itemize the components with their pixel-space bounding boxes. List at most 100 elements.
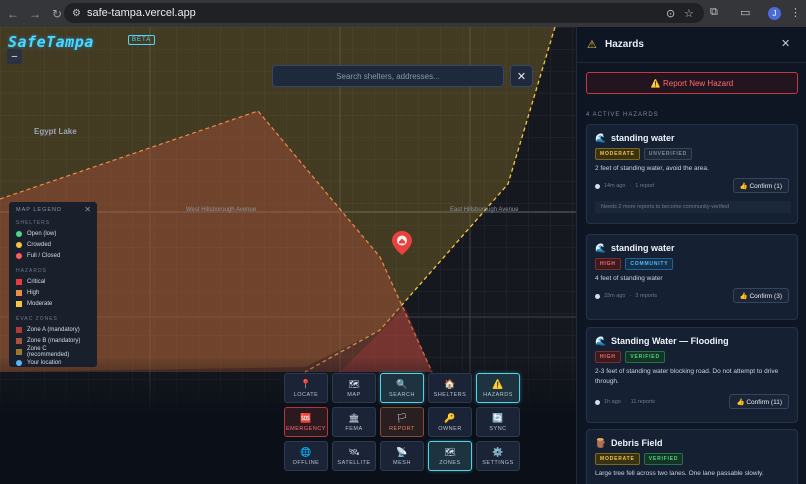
- close-icon[interactable]: ✕: [781, 37, 790, 50]
- map-button[interactable]: 🗺 MAP: [332, 373, 376, 403]
- zoom-out-button[interactable]: −: [7, 49, 22, 64]
- fema-button[interactable]: 🏛 FEMA: [332, 407, 376, 437]
- satellite-button[interactable]: 🛰 SATELLITE: [332, 441, 376, 471]
- hazard-meta: 33m ago · 3 reports: [595, 293, 657, 299]
- offline-label: OFFLINE: [292, 459, 320, 466]
- settings-label: SETTINGS: [482, 459, 514, 466]
- site-info-icon[interactable]: ⚙: [72, 8, 81, 19]
- satellite-icon: 🛰: [348, 446, 360, 457]
- hazard-card[interactable]: 🌊 standing water MODERATE UNVERIFIED 2 feet …: [586, 124, 798, 224]
- location-icon[interactable]: ⊙: [666, 7, 675, 20]
- legend-item: Zone A (mandatory): [16, 324, 90, 335]
- hazard-card[interactable]: 🌊 Standing Water — Flooding HIGH VERIFIED 2-…: [586, 327, 798, 423]
- tab-search-icon[interactable]: ▭: [740, 6, 750, 19]
- legend-item-label: Open (low): [27, 230, 57, 237]
- map-place-label: Egypt Lake: [34, 127, 77, 136]
- confirm-button[interactable]: 👍 Confirm (11): [729, 394, 789, 409]
- report-label: REPORT: [389, 425, 415, 432]
- confirm-button[interactable]: 👍 Confirm (3): [732, 288, 789, 303]
- extensions-icon[interactable]: ⧉: [710, 6, 718, 19]
- legend-item: Your location: [16, 357, 90, 368]
- hazards-icon: ⚠️: [492, 378, 504, 389]
- search-button[interactable]: 🔍 SEARCH: [380, 373, 424, 403]
- legend-swatch: [16, 337, 22, 344]
- legend-item: High: [16, 287, 90, 298]
- legend-item: Zone C (recommended): [16, 345, 90, 358]
- confirm-button[interactable]: 👍 Confirm (1): [732, 178, 789, 193]
- address-bar[interactable]: ⚙ safe-tampa.vercel.app ⊙ ☆: [64, 3, 704, 23]
- back-icon[interactable]: ←: [4, 5, 22, 23]
- report-button[interactable]: 🏳 REPORT: [380, 407, 424, 437]
- legend-item-label: Crowded: [27, 241, 52, 248]
- panel-header: ⚠ Hazards ✕: [577, 27, 806, 63]
- status-dot-icon: [595, 293, 600, 299]
- zones-label: ZONES: [439, 459, 461, 466]
- hazard-description: 2-3 feet of standing water blocking road…: [595, 368, 779, 385]
- fema-label: FEMA: [345, 425, 363, 432]
- sync-button[interactable]: 🔄 SYNC: [476, 407, 520, 437]
- owner-icon: 🔑: [444, 412, 456, 423]
- bookmark-star-icon[interactable]: ☆: [684, 7, 694, 20]
- legend-swatch: [16, 359, 22, 366]
- search-input[interactable]: [273, 66, 503, 87]
- map-marker-icon[interactable]: [392, 231, 412, 255]
- hazard-card[interactable]: 🌊 standing water HIGH COMMUNITY 4 feet of st…: [586, 234, 798, 320]
- legend-item: Full / Closed: [16, 250, 90, 261]
- forward-icon[interactable]: →: [26, 5, 44, 23]
- severity-badge: MODERATE: [595, 148, 640, 160]
- mesh-button[interactable]: 📡 MESH: [380, 441, 424, 471]
- map-street-label: West Hillsborough Avenue: [186, 207, 257, 213]
- settings-icon: ⚙️: [492, 446, 504, 457]
- legend-item-label: Full / Closed: [27, 252, 61, 259]
- locate-button[interactable]: 📍 LOCATE: [284, 373, 328, 403]
- profile-avatar[interactable]: J: [768, 7, 781, 20]
- hazards-button[interactable]: ⚠️ HAZARDS: [476, 373, 520, 403]
- shelters-button[interactable]: 🏠 SHELTERS: [428, 373, 472, 403]
- legend-close-icon[interactable]: ✕: [84, 205, 91, 214]
- map-view[interactable]: SafeTampa BETA − Egypt Lake West Hillsbo…: [0, 27, 576, 484]
- search-bar[interactable]: [272, 65, 504, 87]
- legend-swatch: [16, 289, 22, 296]
- legend-swatch: [16, 300, 22, 307]
- legend-item-label: Zone B (mandatory): [27, 337, 81, 344]
- panel-title: Hazards: [605, 39, 644, 50]
- hazard-age: 1h ago: [604, 399, 621, 405]
- meta-separator: ·: [629, 183, 632, 189]
- status-badge: COMMUNITY: [625, 258, 674, 270]
- hazard-type-icon: 🪵: [595, 438, 607, 448]
- legend-swatch: [16, 348, 22, 355]
- active-hazards-count: 4 ACTIVE HAZARDS: [586, 112, 659, 118]
- severity-badge: MODERATE: [595, 453, 640, 465]
- report-new-hazard-button[interactable]: ⚠️ Report New Hazard: [586, 72, 798, 94]
- meta-separator: ·: [624, 399, 627, 405]
- zones-button[interactable]: 🗺 ZONES: [428, 441, 472, 471]
- hazard-card[interactable]: 🪵 Debris Field MODERATE VERIFIED Large tree …: [586, 429, 798, 484]
- emergency-label: EMERGENCY: [286, 425, 326, 432]
- search-close-button[interactable]: ✕: [510, 65, 533, 87]
- hazard-report-count: 11 reports: [630, 399, 656, 405]
- settings-button[interactable]: ⚙️ SETTINGS: [476, 441, 520, 471]
- hazard-report-count: 1 report: [635, 183, 655, 189]
- map-street-label: East Hillsborough Avenue: [450, 207, 519, 213]
- legend-section-title: EVAC ZONES: [16, 316, 58, 322]
- locate-icon: 📍: [300, 378, 312, 389]
- hazard-age: 14m ago: [604, 183, 626, 189]
- legend-item-label: Zone C (recommended): [26, 345, 70, 358]
- emergency-button[interactable]: 🆘 EMERGENCY: [284, 407, 328, 437]
- owner-button[interactable]: 🔑 OWNER: [428, 407, 472, 437]
- legend-section-title: SHELTERS: [16, 220, 51, 226]
- hazard-title: standing water: [611, 243, 675, 253]
- hazard-title: Debris Field: [611, 438, 663, 448]
- legend-body: SHELTERS Open (low) Crowded Full / Closed HA…: [16, 220, 90, 368]
- offline-button[interactable]: 🌐 OFFLINE: [284, 441, 328, 471]
- verification-note: Needs 2 more reports to become community…: [595, 201, 791, 213]
- hazard-meta: 14m ago · 1 report: [595, 183, 654, 189]
- menu-icon[interactable]: ⋮: [790, 6, 801, 19]
- legend-item-label: Critical: [27, 278, 46, 285]
- browser-toolbar: ← → ↻ ⚙ safe-tampa.vercel.app ⊙ ☆ ⧉ ▭ J …: [0, 0, 806, 27]
- legend-swatch: [16, 326, 22, 333]
- hazard-type-icon: 🌊: [595, 133, 607, 143]
- sync-label: SYNC: [489, 425, 507, 432]
- map-label: MAP: [347, 391, 361, 398]
- status-badge: UNVERIFIED: [643, 148, 693, 160]
